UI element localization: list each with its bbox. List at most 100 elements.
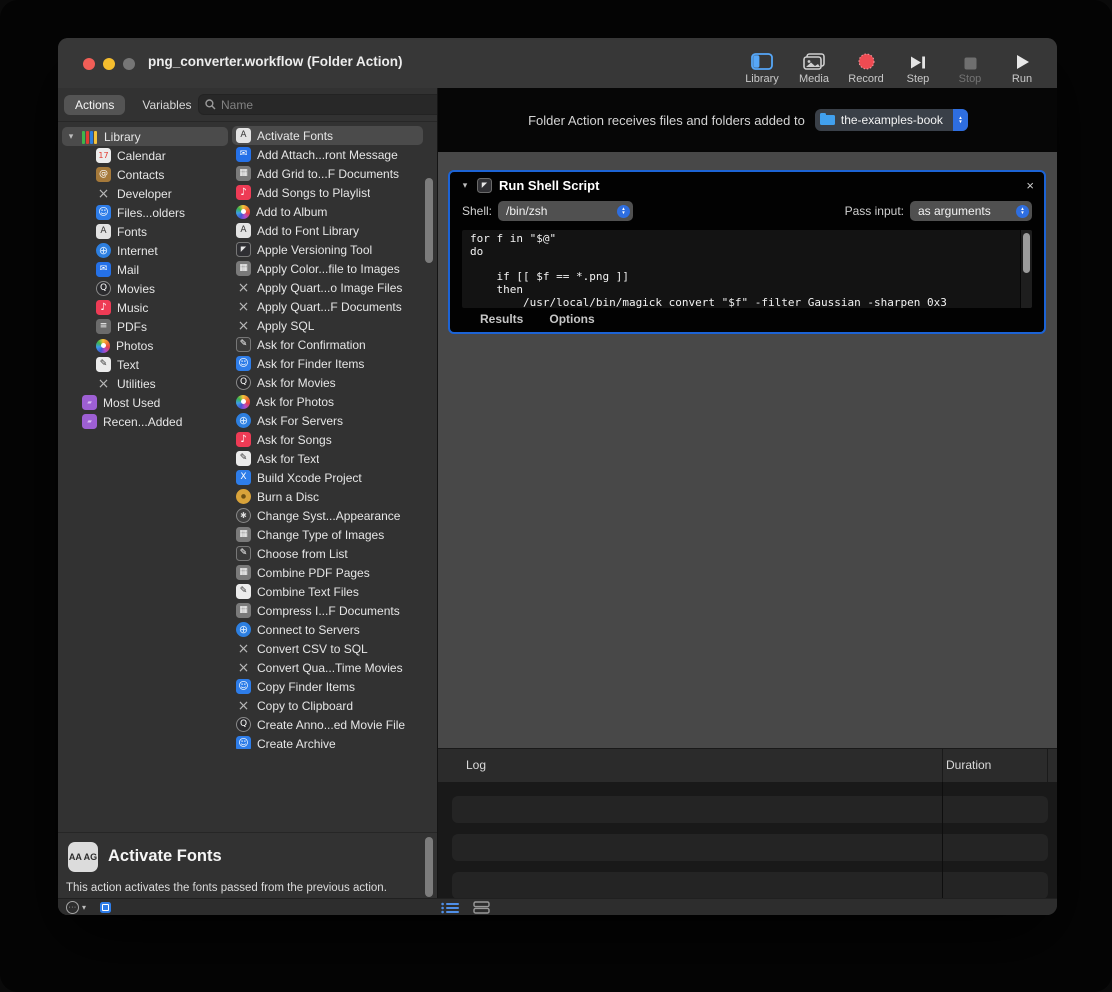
run-shell-script-icon: ◤ [477, 178, 492, 193]
code-scrollbar-thumb[interactable] [1023, 233, 1030, 273]
close-block-button[interactable]: × [1026, 178, 1034, 193]
sidebar-item-library[interactable]: ▾Library [62, 127, 228, 146]
action-item-add-attach-ront-message[interactable]: ✉ Add Attach...ront Message [232, 145, 423, 164]
record-icon [858, 51, 875, 70]
minimize-button[interactable] [103, 58, 115, 70]
action-item-label: Add Attach...ront Message [257, 148, 398, 162]
action-item-label: Copy Finder Items [257, 680, 355, 694]
music-icon: ♪ [236, 432, 251, 447]
sidebar-item-photos[interactable]: Photos [92, 336, 228, 355]
action-item-label: Ask for Songs [257, 433, 332, 447]
action-item-create-anno-ed-movie-file[interactable]: QCreate Anno...ed Movie File [232, 715, 423, 734]
description-scrollbar[interactable] [425, 837, 433, 897]
action-item-choose-from-list[interactable]: ✎Choose from List [232, 544, 423, 563]
sidebar-item-developer[interactable]: ×Developer [92, 184, 228, 203]
action-item-burn-a-disc[interactable]: ●Burn a Disc [232, 487, 423, 506]
action-item-ask-for-text[interactable]: ✎Ask for Text [232, 449, 423, 468]
description-title: Activate Fonts [108, 847, 222, 866]
action-item-change-type-of-images[interactable]: ▦Change Type of Images [232, 525, 423, 544]
sidebar-item-music[interactable]: ♪Music [92, 298, 228, 317]
action-item-ask-for-songs[interactable]: ♪ Ask for Songs [232, 430, 423, 449]
action-item-label: Add to Album [256, 205, 327, 219]
record-button[interactable]: Record [843, 43, 889, 85]
action-item-label: Ask For Servers [257, 414, 343, 428]
column-view-icon[interactable] [473, 901, 490, 914]
sidebar-item-movies[interactable]: QMovies [92, 279, 228, 298]
action-item-apply-quart-f-documents[interactable]: ×Apply Quart...F Documents [232, 297, 423, 316]
sidebar-item-fonts[interactable]: AFonts [92, 222, 228, 241]
action-item-convert-csv-to-sql[interactable]: ×Convert CSV to SQL [232, 639, 423, 658]
chevron-down-icon[interactable]: ▾ [82, 903, 86, 912]
sidebar-item-pdfs[interactable]: ≡PDFs [92, 317, 228, 336]
action-item-compress-i-f-documents[interactable]: ▦Compress I...F Documents [232, 601, 423, 620]
close-button[interactable] [83, 58, 95, 70]
library-button[interactable]: Library [739, 43, 785, 85]
photos-icon [236, 395, 250, 409]
pass-input-select[interactable]: as arguments ▲▼ [910, 201, 1032, 221]
list-view-icon[interactable] [441, 902, 459, 914]
chevron-down-icon[interactable]: ▾ [460, 180, 470, 191]
sidebar-item-mail[interactable]: ✉Mail [92, 260, 228, 279]
sidebar-item-internet[interactable]: ⊕Internet [92, 241, 228, 260]
shell-script-code[interactable]: for f in "$@" do if [[ $f == *.png ]] th… [462, 230, 1032, 308]
action-item-ask-for-confirmation[interactable]: ✎Ask for Confirmation [232, 335, 423, 354]
sidebar-item-text[interactable]: ✎Text [92, 355, 228, 374]
chevron-down-icon[interactable]: ▾ [66, 131, 76, 142]
sidebar-item-calendar[interactable]: 17Calendar [92, 146, 228, 165]
action-item-add-songs-to-playlist[interactable]: ♪Add Songs to Playlist [232, 183, 423, 202]
log-column-header[interactable]: Log [466, 758, 486, 772]
sidebar-item-contacts[interactable]: @Contacts [92, 165, 228, 184]
action-item-connect-to-servers[interactable]: ⊕Connect to Servers [232, 620, 423, 639]
column-divider[interactable] [942, 749, 943, 782]
action-item-copy-finder-items[interactable]: ☺Copy Finder Items [232, 677, 423, 696]
font-book-icon: A [236, 223, 251, 238]
sidebar-item-label: Text [117, 358, 139, 372]
zoom-button[interactable] [123, 58, 135, 70]
action-item-apply-color-file-to-images[interactable]: ▦Apply Color...file to Images [232, 259, 423, 278]
folder-select[interactable]: the-examples-book ▲▼ [815, 109, 968, 131]
action-item-add-to-album[interactable]: Add to Album [232, 202, 423, 221]
media-button[interactable]: Media [791, 43, 837, 85]
action-item-change-syst-appearance[interactable]: ✱Change Syst...Appearance [232, 506, 423, 525]
mail-icon: ✉ [236, 147, 251, 162]
action-item-ask-for-photos[interactable]: Ask for Photos [232, 392, 423, 411]
text-icon: ✎ [236, 584, 251, 599]
action-item-add-to-font-library[interactable]: A Add to Font Library [232, 221, 423, 240]
action-item-activate-fonts[interactable]: AActivate Fonts [232, 126, 423, 145]
action-item-create-archive[interactable]: ☺Create Archive [232, 734, 423, 749]
folder-action-header: Folder Action receives files and folders… [438, 88, 1057, 152]
action-item-copy-to-clipboard[interactable]: ×Copy to Clipboard [232, 696, 423, 715]
actions-list-scrollbar[interactable] [425, 178, 433, 263]
sidebar-item-recen-added[interactable]: ▰Recen...Added [78, 412, 228, 431]
action-item-build-xcode-project[interactable]: XBuild Xcode Project [232, 468, 423, 487]
action-item-apply-sql[interactable]: ×Apply SQL [232, 316, 423, 335]
workflow-badge-icon[interactable] [100, 902, 111, 913]
tab-actions[interactable]: Actions [64, 95, 125, 115]
shell-script-editor[interactable]: for f in "$@" do if [[ $f == *.png ]] th… [462, 230, 1032, 308]
sidebar-item-utilities[interactable]: ×Utilities [92, 374, 228, 393]
action-item-ask-for-movies[interactable]: QAsk for Movies [232, 373, 423, 392]
tab-results[interactable]: Results [480, 312, 523, 326]
run-shell-script-block[interactable]: ▾ ◤ Run Shell Script × Shell: /bin/zsh ▲… [448, 170, 1046, 334]
tab-variables[interactable]: Variables [131, 95, 202, 115]
action-item-add-grid-to-f-documents[interactable]: ▦Add Grid to...F Documents [232, 164, 423, 183]
duration-column-header[interactable]: Duration [946, 758, 991, 772]
step-button[interactable]: Step [895, 43, 941, 85]
action-item-label: Apply Color...file to Images [257, 262, 400, 276]
run-button[interactable]: Run [999, 43, 1045, 85]
action-item-ask-for-servers[interactable]: ⊕Ask For Servers [232, 411, 423, 430]
action-item-convert-qua-time-movies[interactable]: ×Convert Qua...Time Movies [232, 658, 423, 677]
action-item-apple-versioning-tool[interactable]: ◤Apple Versioning Tool [232, 240, 423, 259]
tab-options[interactable]: Options [549, 312, 594, 326]
action-item-ask-for-finder-items[interactable]: ☺Ask for Finder Items [232, 354, 423, 373]
action-menu-icon[interactable]: ··· [66, 901, 79, 914]
toolbar-item-label: Record [848, 73, 883, 85]
action-item-combine-pdf-pages[interactable]: ▦Combine PDF Pages [232, 563, 423, 582]
action-item-combine-text-files[interactable]: ✎Combine Text Files [232, 582, 423, 601]
shell-select[interactable]: /bin/zsh ▲▼ [498, 201, 633, 221]
actions-list: AActivate Fonts ✉ Add Attach...ront Messag… [230, 121, 437, 749]
sidebar-item-files-olders[interactable]: ☺Files...olders [92, 203, 228, 222]
sidebar-item-most-used[interactable]: ▰Most Used [78, 393, 228, 412]
action-item-apply-quart-o-image-files[interactable]: ×Apply Quart...o Image Files [232, 278, 423, 297]
action-item-label: Add to Font Library [257, 224, 359, 238]
